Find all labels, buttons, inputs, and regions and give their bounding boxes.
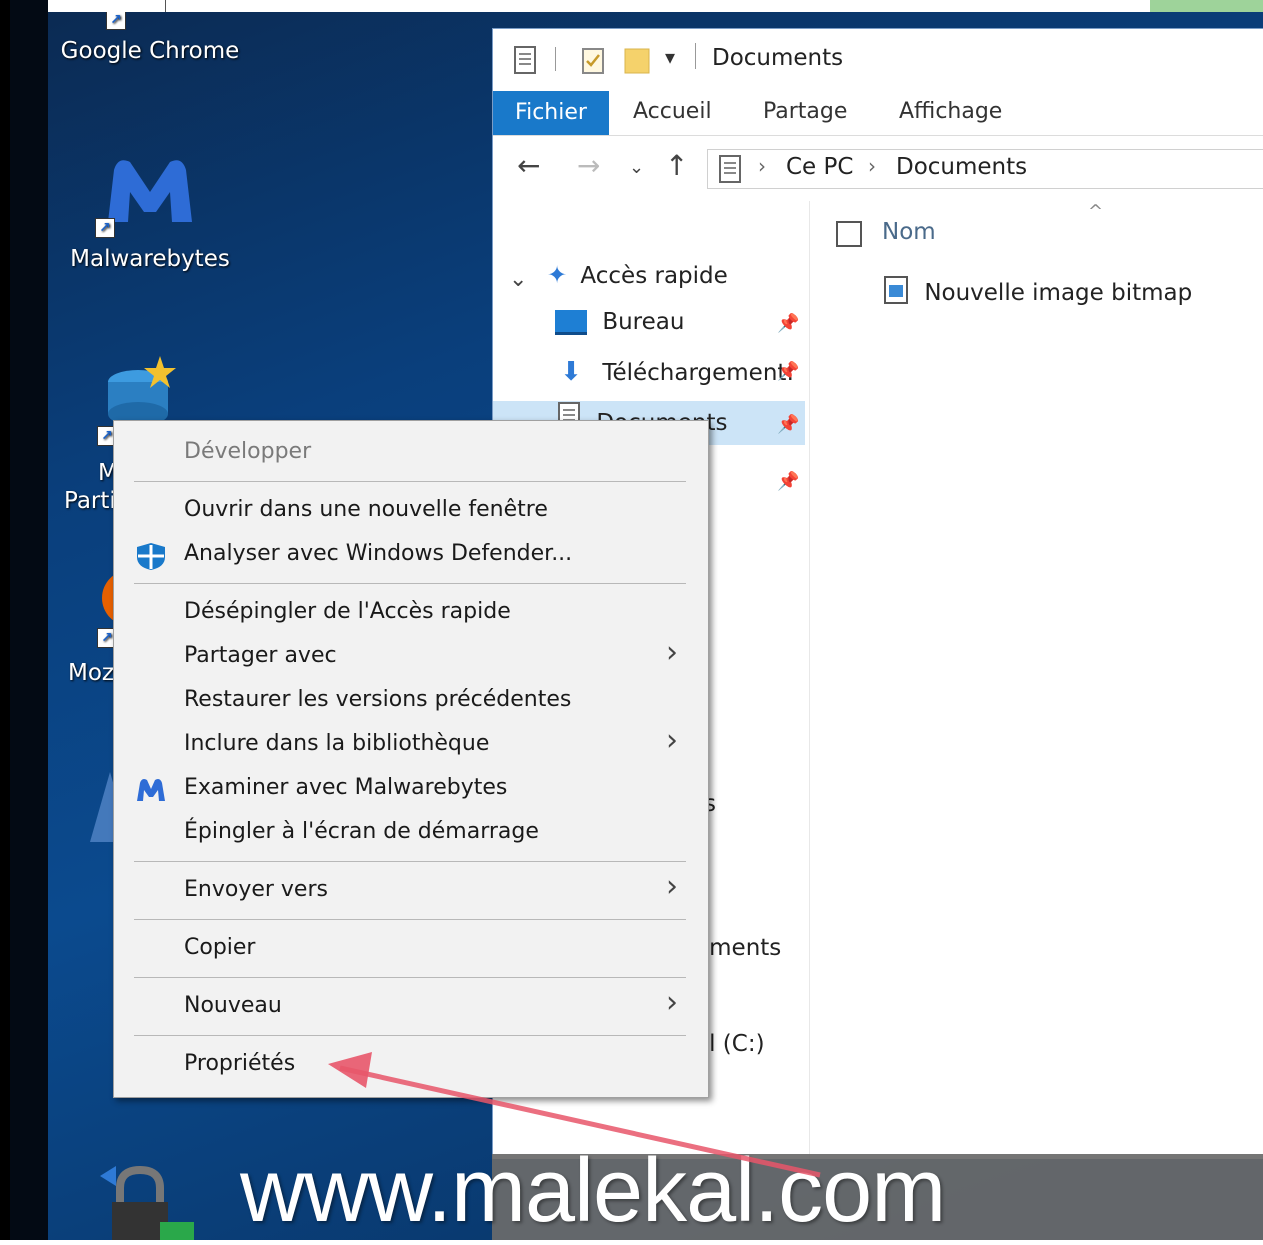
bottom-border (0, 1240, 1263, 1245)
annotation-arrow (328, 1052, 821, 1178)
